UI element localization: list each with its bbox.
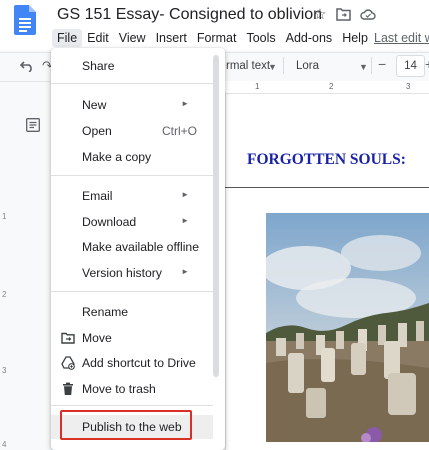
style-select-value[interactable]: rmal text bbox=[226, 60, 270, 72]
menu-item-shortcut: Ctrl+O bbox=[161, 124, 197, 138]
menu-item-make-a-copy[interactable]: Make a copy bbox=[51, 145, 213, 169]
undo-icon[interactable] bbox=[20, 60, 34, 72]
menu-item-share[interactable]: Share bbox=[51, 54, 213, 78]
menu-item-rename[interactable]: Rename bbox=[51, 300, 213, 324]
menu-file[interactable]: File bbox=[52, 29, 83, 47]
cemetery-photo[interactable] bbox=[266, 213, 429, 442]
menu-item-email[interactable]: Email ► bbox=[51, 184, 213, 208]
menu-item-label: Rename bbox=[82, 305, 129, 319]
submenu-arrow-icon: ► bbox=[181, 216, 189, 225]
menu-item-open[interactable]: Open Ctrl+O bbox=[51, 119, 213, 143]
menu-divider bbox=[51, 175, 213, 176]
cloud-status-icon[interactable] bbox=[360, 8, 376, 21]
menu-item-label: Make available offline bbox=[82, 240, 199, 254]
horizontal-ruler[interactable]: 1 2 3 bbox=[220, 81, 429, 94]
ruler-tick: 2 bbox=[329, 82, 334, 91]
ruler-tick: 3 bbox=[406, 82, 411, 91]
docs-logo-icon[interactable] bbox=[14, 5, 36, 35]
menu-format[interactable]: Format bbox=[192, 29, 242, 47]
submenu-arrow-icon: ► bbox=[181, 190, 189, 199]
menu-item-new[interactable]: New ► bbox=[51, 93, 213, 117]
document-heading[interactable]: FORGOTTEN SOULS: bbox=[247, 151, 406, 169]
menu-item-download[interactable]: Download ► bbox=[51, 210, 213, 234]
menu-item-make-available-offline[interactable]: Make available offline bbox=[51, 235, 213, 259]
submenu-arrow-icon: ► bbox=[181, 99, 189, 108]
increase-font-size-button[interactable]: + bbox=[425, 56, 429, 72]
menu-insert[interactable]: Insert bbox=[151, 29, 192, 47]
menu-item-label: Email bbox=[82, 189, 113, 203]
menu-addons[interactable]: Add-ons bbox=[281, 29, 338, 47]
style-dropdown-icon[interactable]: ▼ bbox=[268, 62, 277, 72]
menu-bar: File Edit View Insert Format Tools Add-o… bbox=[52, 29, 373, 47]
menu-item-version-history[interactable]: Version history ► bbox=[51, 261, 213, 285]
ruler-tick: 2 bbox=[2, 290, 7, 299]
move-to-folder-icon[interactable] bbox=[336, 8, 351, 21]
ruler-tick: 1 bbox=[255, 82, 260, 91]
ruler-tick: 3 bbox=[2, 366, 7, 375]
menu-item-move[interactable]: Move bbox=[51, 326, 213, 350]
menu-item-label: Version history bbox=[82, 266, 162, 280]
menu-item-label: Add shortcut to Drive bbox=[82, 356, 196, 370]
font-select-value[interactable]: Lora bbox=[296, 60, 319, 72]
file-menu: Share New ► Open Ctrl+O Make a copy Emai… bbox=[51, 48, 225, 450]
menu-edit[interactable]: Edit bbox=[82, 29, 114, 47]
publish-highlight-box bbox=[60, 410, 192, 440]
star-icon[interactable]: ☆ bbox=[312, 7, 328, 23]
menu-item-label: New bbox=[82, 98, 107, 112]
menu-scrollbar[interactable] bbox=[213, 55, 219, 377]
folder-move-icon bbox=[61, 332, 75, 344]
ruler-tick: 4 bbox=[2, 440, 7, 449]
menu-item-label: Move to trash bbox=[82, 382, 156, 396]
menu-item-label: Move bbox=[82, 331, 112, 345]
ruler-tick: 1 bbox=[2, 212, 7, 221]
menu-view[interactable]: View bbox=[114, 29, 151, 47]
menu-divider bbox=[51, 291, 213, 292]
menu-item-move-to-trash[interactable]: Move to trash bbox=[51, 377, 213, 401]
menu-item-label: Open bbox=[82, 124, 112, 138]
document-outline-icon[interactable] bbox=[26, 118, 40, 132]
last-edit-link[interactable]: Last edit w bbox=[374, 31, 429, 45]
menu-item-add-shortcut-to-drive[interactable]: Add shortcut to Drive bbox=[51, 351, 213, 375]
trash-icon bbox=[63, 382, 73, 395]
menu-item-label: Share bbox=[82, 59, 115, 73]
menu-tools[interactable]: Tools bbox=[241, 29, 280, 47]
toolbar-divider bbox=[283, 57, 284, 74]
font-dropdown-icon[interactable]: ▼ bbox=[359, 62, 368, 72]
menu-divider bbox=[51, 83, 213, 84]
menu-divider bbox=[51, 405, 213, 406]
font-size-input[interactable]: 14 bbox=[396, 55, 425, 77]
menu-help[interactable]: Help bbox=[337, 29, 373, 47]
submenu-arrow-icon: ► bbox=[181, 267, 189, 276]
decrease-font-size-button[interactable]: − bbox=[378, 56, 386, 72]
toolbar-divider bbox=[371, 57, 372, 74]
document-title[interactable]: GS 151 Essay- Consigned to oblivion bbox=[57, 6, 322, 24]
menu-item-label: Make a copy bbox=[82, 150, 152, 164]
drive-shortcut-icon bbox=[61, 356, 75, 370]
heading-underline bbox=[225, 187, 429, 188]
menu-item-label: Download bbox=[82, 215, 137, 229]
vertical-ruler[interactable]: 1 2 3 4 bbox=[0, 94, 10, 450]
